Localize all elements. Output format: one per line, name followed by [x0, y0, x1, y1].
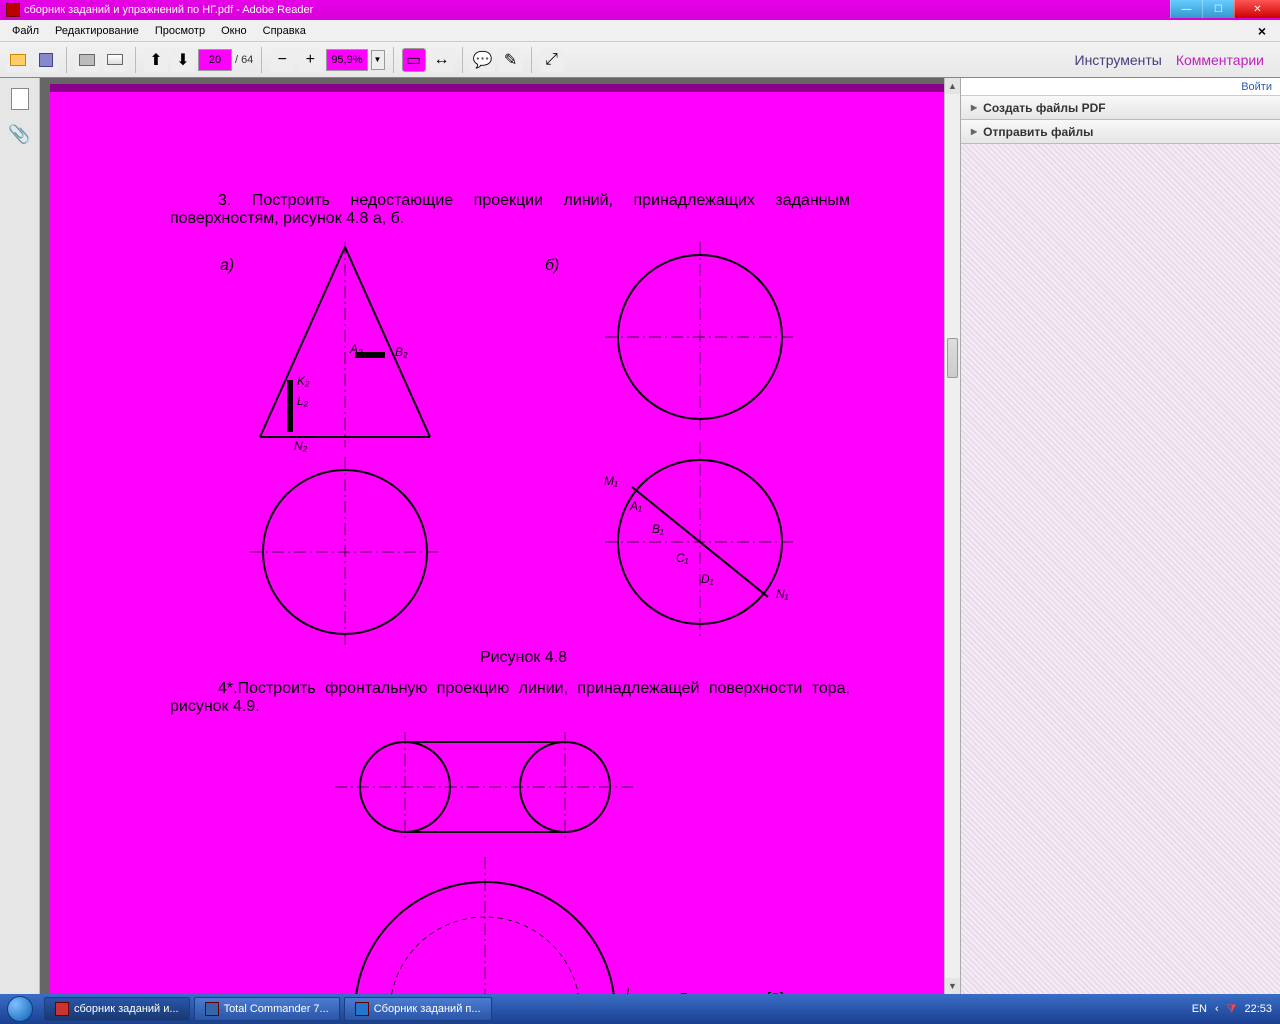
menu-view[interactable]: Просмотр	[147, 25, 213, 37]
point-A1: A₁	[630, 499, 642, 513]
menubar: Файл Редактирование Просмотр Окно Справк…	[0, 20, 1280, 42]
taskbar: сборник заданий и... Total Commander 7..…	[0, 994, 1280, 1024]
point-D1: D₁	[701, 572, 713, 586]
document-scrollbar[interactable]: ▲ ▼	[944, 78, 960, 994]
page-down-button[interactable]: ⬇	[171, 48, 195, 72]
fit-page-button[interactable]: ▭	[402, 48, 426, 72]
start-orb-icon	[7, 996, 33, 1022]
titlebar: сборник заданий и упражнений по НГ.pdf -…	[0, 0, 1280, 20]
panel-send-label: Отправить файлы	[983, 125, 1093, 139]
main-area: 📎 3. Построить недостающие проекции лини…	[0, 78, 1280, 994]
page-total: 64	[241, 54, 253, 66]
close-button[interactable]: ✕	[1234, 0, 1280, 18]
language-indicator[interactable]: EN	[1192, 1003, 1207, 1015]
taskbar-item-3-label: Сборник заданий п...	[374, 1003, 481, 1015]
point-L2: L₂	[297, 394, 308, 408]
panel-create-pdf[interactable]: Создать файлы PDF	[961, 96, 1280, 120]
window-controls: — ☐ ✕	[1170, 0, 1280, 18]
word-icon	[355, 1002, 369, 1016]
paragraph-3: 3. Построить недостающие проекции линий,…	[170, 192, 850, 228]
point-N1: N₁	[776, 587, 788, 601]
taskbar-item-2-label: Total Commander 7...	[224, 1003, 329, 1015]
label-a: а)	[220, 257, 234, 275]
point-K2: K₂	[297, 374, 310, 388]
scroll-up-button[interactable]: ▲	[945, 78, 960, 94]
figure-a-circle	[240, 452, 460, 652]
point-C1: C₁	[676, 551, 688, 565]
menu-file[interactable]: Файл	[4, 25, 47, 37]
point-A2: A₂	[350, 342, 363, 356]
scroll-down-button[interactable]: ▼	[945, 978, 960, 994]
menu-close-doc[interactable]: ×	[1250, 23, 1274, 39]
comment-tool-button[interactable]: 💬	[471, 48, 495, 72]
print-button[interactable]	[75, 48, 99, 72]
read-mode-button[interactable]: ⤢	[540, 48, 564, 72]
clock[interactable]: 22:53	[1244, 1003, 1272, 1015]
page-sep: /	[235, 54, 238, 66]
start-button[interactable]	[0, 994, 40, 1024]
panel-send-files[interactable]: Отправить файлы	[961, 120, 1280, 144]
panel-create-label: Создать файлы PDF	[983, 101, 1105, 115]
login-link[interactable]: Войти	[1241, 81, 1272, 93]
label-b: б)	[545, 257, 559, 275]
figure-caption: Рисунок 4.8	[480, 649, 567, 667]
point-B2: B₂	[395, 345, 408, 359]
taskbar-item-1[interactable]: сборник заданий и...	[44, 997, 190, 1021]
taskbar-item-1-label: сборник заданий и...	[74, 1003, 179, 1015]
figure-b-top-circle	[590, 237, 810, 437]
open-button[interactable]	[6, 48, 30, 72]
taskbar-item-2[interactable]: Total Commander 7...	[194, 997, 340, 1021]
figure-torus-top	[335, 727, 635, 847]
right-panel: Войти Создать файлы PDF Отправить файлы	[960, 78, 1280, 994]
tc-icon	[205, 1002, 219, 1016]
document-area[interactable]: 3. Построить недостающие проекции линий,…	[40, 78, 960, 994]
window-title: сборник заданий и упражнений по НГ.pdf -…	[24, 4, 313, 16]
zoom-in-button[interactable]: +	[298, 48, 322, 72]
point-B1: B₁	[652, 522, 664, 536]
zoom-dropdown-button[interactable]: ▼	[371, 50, 385, 70]
zoom-combo[interactable]: 95,9%	[326, 49, 367, 71]
document-page: 3. Построить недостающие проекции линий,…	[50, 84, 950, 994]
label-l1: l₁	[626, 986, 633, 994]
figure-b-bottom-circle	[590, 437, 820, 647]
highlight-tool-button[interactable]: ✎	[499, 48, 523, 72]
zoom-out-button[interactable]: −	[270, 48, 294, 72]
nav-strip: 📎	[0, 78, 40, 994]
tools-link[interactable]: Инструменты	[1075, 52, 1162, 68]
scroll-thumb[interactable]	[947, 338, 958, 378]
system-tray: EN ‹ ⧩ 22:53	[1192, 1003, 1280, 1016]
thumbnails-icon[interactable]	[11, 88, 29, 110]
menu-edit[interactable]: Редактирование	[47, 25, 147, 37]
menu-help[interactable]: Справка	[255, 25, 314, 37]
maximize-button[interactable]: ☐	[1202, 0, 1234, 18]
page-up-button[interactable]: ⬆	[144, 48, 168, 72]
fit-width-button[interactable]: ↔	[430, 48, 454, 72]
minimize-button[interactable]: —	[1170, 0, 1202, 18]
menu-window[interactable]: Окно	[213, 25, 255, 37]
point-N2: N₂	[294, 439, 307, 453]
pdf-icon	[55, 1002, 69, 1016]
panel-login-row: Войти	[961, 78, 1280, 96]
toolbar: ⬆ ⬇ / 64 − + 95,9% ▼ ▭ ↔ 💬 ✎ ⤢ Инструмен…	[0, 42, 1280, 78]
comments-link[interactable]: Комментарии	[1176, 52, 1264, 68]
tray-kaspersky-icon[interactable]: ⧩	[1227, 1003, 1237, 1016]
figure-torus-front	[315, 852, 655, 994]
email-button[interactable]	[103, 48, 127, 72]
zoom-value: 95,9%	[331, 54, 362, 66]
app-icon	[6, 3, 20, 17]
save-button[interactable]	[34, 48, 58, 72]
tray-chevron-icon[interactable]: ‹	[1215, 1003, 1219, 1015]
point-M1: M₁	[604, 474, 618, 488]
paragraph-4: 4*.Построить фронтальную проекцию линии,…	[170, 680, 850, 716]
taskbar-item-3[interactable]: Сборник заданий п...	[344, 997, 492, 1021]
attachments-icon[interactable]: 📎	[8, 124, 30, 145]
page-number-input[interactable]	[198, 49, 232, 71]
